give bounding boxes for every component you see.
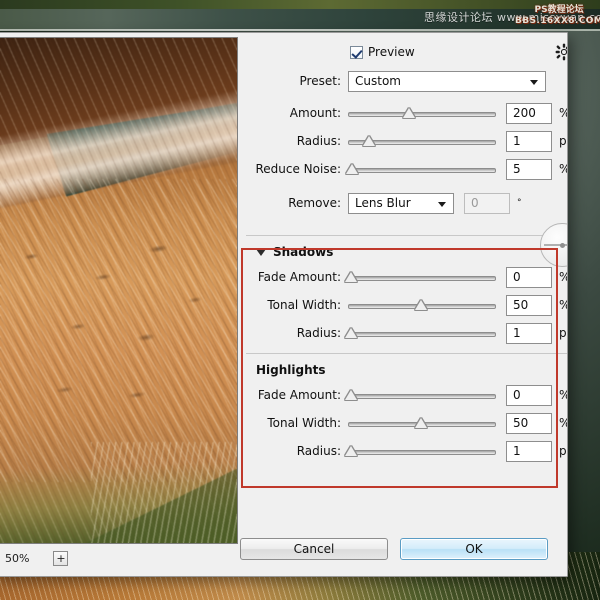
preset-row: Preset: Custom [244,67,568,95]
slider-thumb[interactable] [346,164,358,174]
desktop-background-top [0,0,600,30]
highlights-tonal-width-slider[interactable] [348,414,496,432]
photoshop-desktop: 思缘设计论坛 www.missyuan.com PS教程论坛 BBS.16XX8… [0,0,600,600]
shadows-section-header[interactable]: Shadows [244,240,568,263]
highlights-radius-input[interactable]: 1 [506,441,552,462]
remove-label: Remove: [244,196,348,210]
shadows-radius-slider[interactable] [348,324,496,342]
highlights-fade-amount-input[interactable]: 0 [506,385,552,406]
highlights-fade-amount-unit: % [559,388,568,402]
reduce-noise-slider[interactable] [348,160,496,178]
angle-input[interactable]: 0 [464,193,510,214]
chevron-down-icon [530,80,538,85]
preview-pane: 50% + [0,33,238,576]
shadows-tonal-width-input[interactable]: 50 [506,295,552,316]
slider-thumb[interactable] [403,108,415,118]
slider-thumb[interactable] [345,272,357,282]
divider [246,235,568,236]
slider-track [348,168,496,173]
radius-input[interactable]: 1 [506,131,552,152]
cancel-button[interactable]: Cancel [240,538,388,560]
reduce-noise-label: Reduce Noise: [244,162,348,176]
slider-thumb[interactable] [415,300,427,310]
amount-unit: % [559,106,568,120]
shadows-fade-amount-row: Fade Amount: 0 % [244,263,568,291]
reduce-noise-unit: % [559,162,568,176]
smart-sharpen-dialog: 50% + Preview [0,32,568,577]
slider-track [348,394,496,399]
highlights-fade-amount-row: Fade Amount: 0 % [244,381,568,409]
highlights-fade-amount-slider[interactable] [348,386,496,404]
preset-select[interactable]: Custom [348,71,546,92]
divider [246,353,568,354]
preview-row: Preview [244,33,568,63]
chevron-down-icon [438,202,446,207]
slider-thumb[interactable] [345,328,357,338]
slider-track [348,450,496,455]
preview-checkbox[interactable] [350,46,363,59]
radius-row: Radius: 1 px [244,127,568,155]
highlights-radius-label: Radius: [244,444,348,458]
shadows-radius-row: Radius: 1 px [244,319,568,347]
radius-slider[interactable] [348,132,496,150]
highlights-tonal-width-input[interactable]: 50 [506,413,552,434]
shadows-radius-label: Radius: [244,326,348,340]
radius-unit: px [559,134,568,148]
slider-thumb[interactable] [363,136,375,146]
slider-thumb[interactable] [345,390,357,400]
shadows-title: Shadows [273,245,333,259]
shadows-tonal-width-slider[interactable] [348,296,496,314]
shadows-fade-amount-unit: % [559,270,568,284]
slider-thumb[interactable] [345,446,357,456]
remove-row: Remove: Lens Blur 0 ° [244,189,568,217]
amount-label: Amount: [244,106,348,120]
shadows-fade-amount-slider[interactable] [348,268,496,286]
reduce-noise-row: Reduce Noise: 5 % [244,155,568,183]
amount-slider[interactable] [348,104,496,122]
highlights-section-header[interactable]: Highlights [244,358,568,381]
shadows-tonal-width-label: Tonal Width: [244,298,348,312]
reduce-noise-input[interactable]: 5 [506,159,552,180]
remove-value: Lens Blur [355,196,411,210]
highlights-radius-row: Radius: 1 px [244,437,568,465]
controls-pane: Preview [238,33,568,576]
amount-row: Amount: 200 % [244,99,568,127]
angle-unit: ° [517,198,522,208]
highlights-title: Highlights [256,363,326,377]
ok-button[interactable]: OK [400,538,548,560]
highlights-fade-amount-label: Fade Amount: [244,388,348,402]
shadows-fade-amount-label: Fade Amount: [244,270,348,284]
highlights-radius-slider[interactable] [348,442,496,460]
preview-image[interactable] [0,37,238,544]
highlights-tonal-width-unit: % [559,416,568,430]
triangle-down-icon[interactable] [256,249,266,256]
shadows-radius-unit: px [559,326,568,340]
slider-track [348,332,496,337]
shadows-radius-input[interactable]: 1 [506,323,552,344]
radius-label: Radius: [244,134,348,148]
shadows-tonal-width-unit: % [559,298,568,312]
slider-track [348,276,496,281]
preset-value: Custom [355,74,401,88]
desktop-divider [0,29,600,31]
highlights-tonal-width-row: Tonal Width: 50 % [244,409,568,437]
preview-checkbox-label: Preview [368,45,415,59]
remove-select[interactable]: Lens Blur [348,193,454,214]
dialog-button-row: Cancel OK [0,538,554,560]
slider-track [348,112,496,117]
slider-thumb[interactable] [415,418,427,428]
gear-icon[interactable] [554,42,568,62]
preset-label: Preset: [244,74,348,88]
shadows-fade-amount-input[interactable]: 0 [506,267,552,288]
shadows-tonal-width-row: Tonal Width: 50 % [244,291,568,319]
amount-input[interactable]: 200 [506,103,552,124]
highlights-tonal-width-label: Tonal Width: [244,416,348,430]
highlights-radius-unit: px [559,444,568,458]
